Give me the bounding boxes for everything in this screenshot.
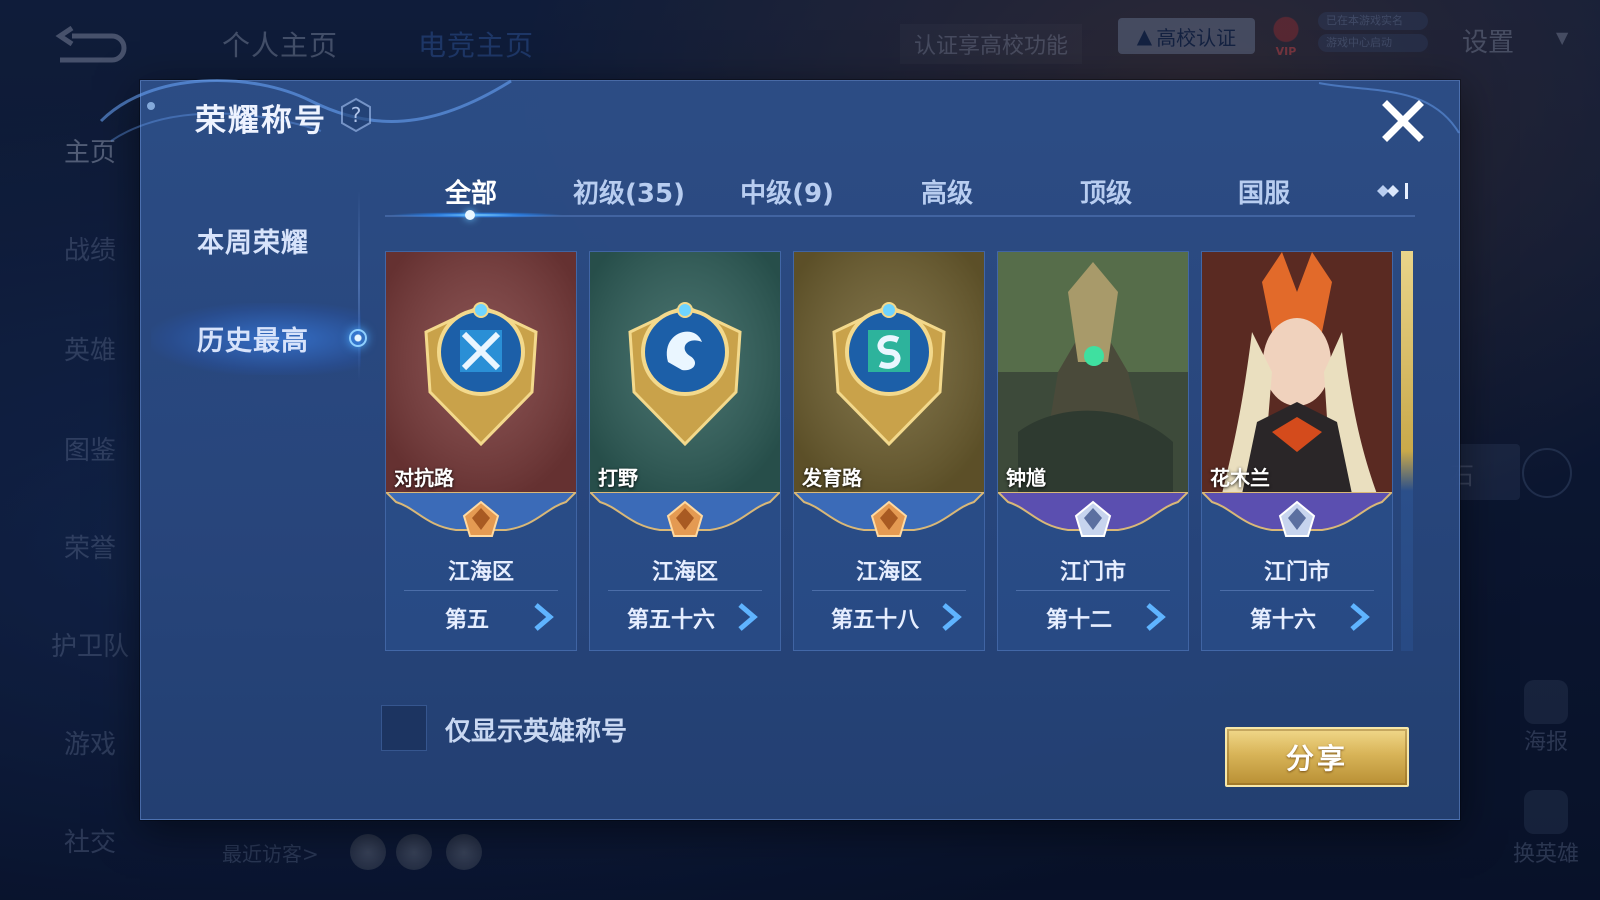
tab-active-underline bbox=[389, 212, 564, 218]
card-title-name: 对抗路 bbox=[394, 466, 454, 490]
lane-badge-icon bbox=[386, 252, 576, 494]
menu-active-dot bbox=[349, 329, 367, 347]
chevron-right-icon[interactable] bbox=[938, 602, 964, 632]
close-icon[interactable] bbox=[1381, 99, 1425, 143]
tab-national[interactable]: 国服 bbox=[1199, 173, 1329, 210]
card-region: 江门市 bbox=[1059, 560, 1126, 585]
card-region: 江海区 bbox=[447, 560, 514, 585]
card-divider bbox=[404, 590, 558, 591]
card-divider bbox=[1016, 590, 1170, 591]
tab-all[interactable]: 全部 bbox=[406, 173, 536, 210]
chevron-right-icon[interactable] bbox=[1346, 602, 1372, 632]
honor-title-dialog: 荣耀称号 ? 本周荣耀 历史最高 全部 初级(35) 中级(9) 高级 顶级 国… bbox=[99, 79, 1460, 820]
card-region: 江门市 bbox=[1263, 560, 1330, 585]
tab-basic[interactable]: 初级(35) bbox=[564, 173, 694, 210]
silver-rank-emblem-icon bbox=[1199, 491, 1395, 548]
carry-badge-icon bbox=[794, 252, 984, 494]
chevron-right-icon[interactable] bbox=[530, 602, 556, 632]
help-icon[interactable]: ? bbox=[339, 97, 373, 133]
card-region: 江海区 bbox=[651, 560, 718, 585]
game-screen: 个人主页 电竞主页 认证享高校功能 ▲ 高校认证 VIP 已在本游戏实名 游戏中… bbox=[0, 0, 1600, 900]
dialog-title: 荣耀称号 bbox=[195, 103, 327, 139]
bronze-rank-emblem-icon bbox=[587, 491, 783, 548]
card-title-name: 发育路 bbox=[802, 466, 862, 490]
card-divider bbox=[608, 590, 762, 591]
more-tabs-icon[interactable] bbox=[1369, 177, 1413, 205]
card-divider bbox=[1220, 590, 1374, 591]
title-card[interactable]: 对抗路 江海区 第五 bbox=[385, 251, 579, 651]
card-divider bbox=[812, 590, 966, 591]
bronze-rank-emblem-icon bbox=[385, 491, 579, 548]
chevron-right-icon[interactable] bbox=[1142, 602, 1168, 632]
tab-active-dot bbox=[465, 210, 475, 220]
menu-weekly-honor[interactable]: 本周荣耀 bbox=[197, 221, 309, 260]
bronze-rank-emblem-icon bbox=[791, 491, 987, 548]
hero-portrait bbox=[998, 252, 1188, 494]
title-card[interactable]: 发育路 江海区 第五十八 bbox=[791, 251, 987, 651]
card-title-name: 钟馗 bbox=[1006, 466, 1046, 490]
hero-portrait bbox=[1202, 252, 1392, 494]
title-card-list: 对抗路 江海区 第五 打野 江海区 第五十六 发育路 江海区 第五十八 钟馗 江门市 第十二 花木兰 江门… bbox=[385, 251, 1413, 661]
card-title-name: 打野 bbox=[598, 466, 638, 490]
tab-intermediate[interactable]: 中级(9) bbox=[722, 173, 852, 210]
tab-top[interactable]: 顶级 bbox=[1041, 173, 1171, 210]
title-card[interactable]: 钟馗 江门市 第十二 bbox=[995, 251, 1191, 651]
silver-rank-emblem-icon bbox=[995, 491, 1191, 548]
tab-advanced[interactable]: 高级 bbox=[882, 173, 1012, 210]
chevron-right-icon[interactable] bbox=[734, 602, 760, 632]
svg-text:?: ? bbox=[351, 103, 362, 127]
card-title-name: 花木兰 bbox=[1210, 466, 1270, 490]
card-region: 江海区 bbox=[855, 560, 922, 585]
hero-only-checkbox[interactable] bbox=[381, 705, 427, 751]
jungle-badge-icon bbox=[590, 252, 780, 494]
next-card-peek[interactable] bbox=[1401, 251, 1413, 651]
title-card[interactable]: 花木兰 江门市 第十六 bbox=[1199, 251, 1395, 651]
hero-only-label: 仅显示英雄称号 bbox=[445, 717, 628, 747]
title-card[interactable]: 打野 江海区 第五十六 bbox=[587, 251, 783, 651]
menu-history-best[interactable]: 历史最高 bbox=[197, 319, 309, 358]
share-button[interactable]: 分享 bbox=[1225, 727, 1409, 787]
